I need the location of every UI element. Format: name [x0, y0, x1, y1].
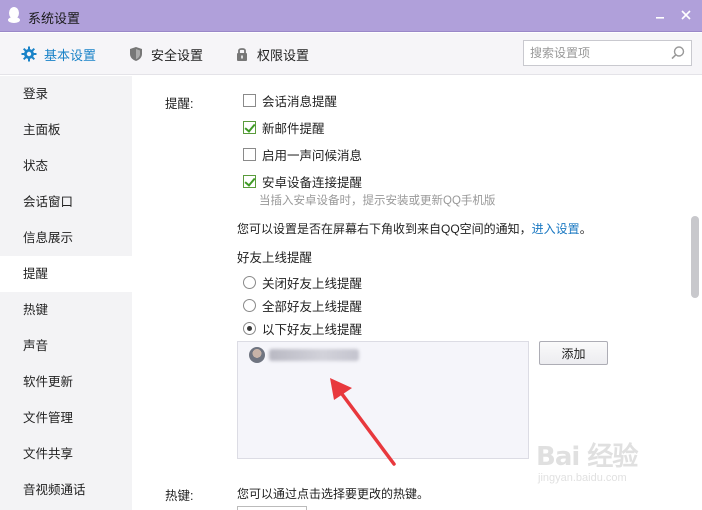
sidebar-item-file-management[interactable]: 文件管理 [0, 400, 132, 436]
window-title: 系统设置 [28, 11, 81, 26]
android-hint-text: 当插入安卓设备时，提示安装或更新QQ手机版 [259, 195, 496, 207]
sidebar-item-software-update[interactable]: 软件更新 [0, 364, 132, 400]
checkbox-label: 新邮件提醒 [262, 121, 325, 136]
tab-basic-settings[interactable]: 基本设置 [21, 33, 96, 75]
radio-disable-friend-online[interactable]: 关闭好友上线提醒 [243, 273, 362, 291]
baidu-jingyan-watermark: Bai 经验 jingyan.baidu.com [536, 436, 676, 496]
sidebar-item-hotkeys[interactable]: 热键 [0, 292, 132, 328]
checkbox-label: 安卓设备连接提醒 [262, 175, 363, 190]
sidebar-item-login[interactable]: 登录 [0, 76, 132, 112]
lock-icon [234, 46, 250, 62]
sidebar-item-av-call[interactable]: 音视频通话 [0, 472, 132, 508]
checkbox-box[interactable] [243, 93, 256, 107]
checkbox-label: 会话消息提醒 [262, 94, 338, 109]
checkbox-new-mail-reminder[interactable]: 新邮件提醒 [243, 118, 325, 136]
qzone-notice-end: 。 [579, 222, 592, 236]
qzone-notice-text: 您可以设置是否在屏幕右下角收到来自QQ空间的通知， [237, 222, 532, 236]
hotkey-label: 热键: [165, 489, 194, 503]
tab-security-settings[interactable]: 安全设置 [128, 33, 203, 75]
reminder-label: 提醒: [165, 97, 194, 111]
checkbox-box[interactable] [243, 147, 256, 161]
sidebar-item-file-sharing[interactable]: 文件共享 [0, 436, 132, 472]
checkbox-box-checked[interactable] [243, 174, 256, 188]
checkbox-box-checked[interactable] [243, 120, 256, 134]
hotkey-description: 您可以通过点击选择要更改的热键。 [237, 487, 430, 501]
gear-icon [21, 46, 37, 62]
tab-permission-settings[interactable]: 权限设置 [234, 33, 309, 75]
search-icon[interactable] [670, 45, 686, 61]
red-arrow-annotation [330, 378, 396, 466]
checkbox-greeting-message[interactable]: 启用一声问候消息 [243, 145, 362, 163]
qzone-settings-link[interactable]: 进入设置 [532, 222, 580, 236]
shield-icon [128, 46, 144, 62]
tab-security-label: 安全设置 [151, 47, 204, 63]
radio-button[interactable] [243, 298, 256, 312]
checkbox-label: 启用一声问候消息 [262, 148, 363, 163]
sidebar-item-status[interactable]: 状态 [0, 148, 132, 184]
settings-toolbar: 基本设置 安全设置 权限设置 [0, 33, 702, 75]
friend-name-blurred [269, 349, 359, 361]
sidebar-item-main-panel[interactable]: 主面板 [0, 112, 132, 148]
radio-label: 关闭好友上线提醒 [262, 276, 363, 291]
qq-penguin-icon [7, 7, 21, 23]
radio-label: 以下好友上线提醒 [262, 322, 363, 337]
qzone-notice-line: 您可以设置是否在屏幕右下角收到来自QQ空间的通知，进入设置。 [237, 220, 592, 237]
friend-online-heading: 好友上线提醒 [237, 251, 313, 265]
search-box [523, 40, 692, 66]
tab-permission-label: 权限设置 [257, 47, 310, 63]
sidebar-item-sound[interactable]: 声音 [0, 328, 132, 364]
minimize-button[interactable] [648, 4, 672, 26]
radio-label: 全部好友上线提醒 [262, 299, 363, 314]
sidebar-item-reminder[interactable]: 提醒 [0, 256, 132, 292]
watermark-logo-text: Bai 经验 [536, 442, 638, 472]
checkbox-android-connect-reminder[interactable]: 安卓设备连接提醒 [243, 172, 362, 190]
radio-button-selected[interactable] [243, 321, 256, 335]
close-button[interactable] [674, 4, 698, 26]
search-input[interactable] [524, 41, 664, 65]
settings-sidebar: 登录 主面板 状态 会话窗口 信息展示 提醒 热键 声音 软件更新 文件管理 文… [0, 76, 132, 510]
title-bar: 系统设置 [0, 0, 702, 32]
sidebar-item-info-display[interactable]: 信息展示 [0, 220, 132, 256]
hotkey-field-edge[interactable] [237, 506, 307, 510]
add-friend-button[interactable]: 添加 [539, 341, 608, 365]
friend-avatar [249, 347, 265, 363]
sidebar-item-chat-window[interactable]: 会话窗口 [0, 184, 132, 220]
radio-all-friend-online[interactable]: 全部好友上线提醒 [243, 296, 362, 314]
checkbox-chat-message-reminder[interactable]: 会话消息提醒 [243, 91, 337, 109]
radio-button[interactable] [243, 275, 256, 289]
scrollbar-thumb[interactable] [691, 216, 699, 298]
radio-selected-friend-online[interactable]: 以下好友上线提醒 [243, 319, 362, 337]
tab-basic-label: 基本设置 [44, 47, 97, 63]
watermark-url: jingyan.baidu.com [538, 472, 627, 484]
